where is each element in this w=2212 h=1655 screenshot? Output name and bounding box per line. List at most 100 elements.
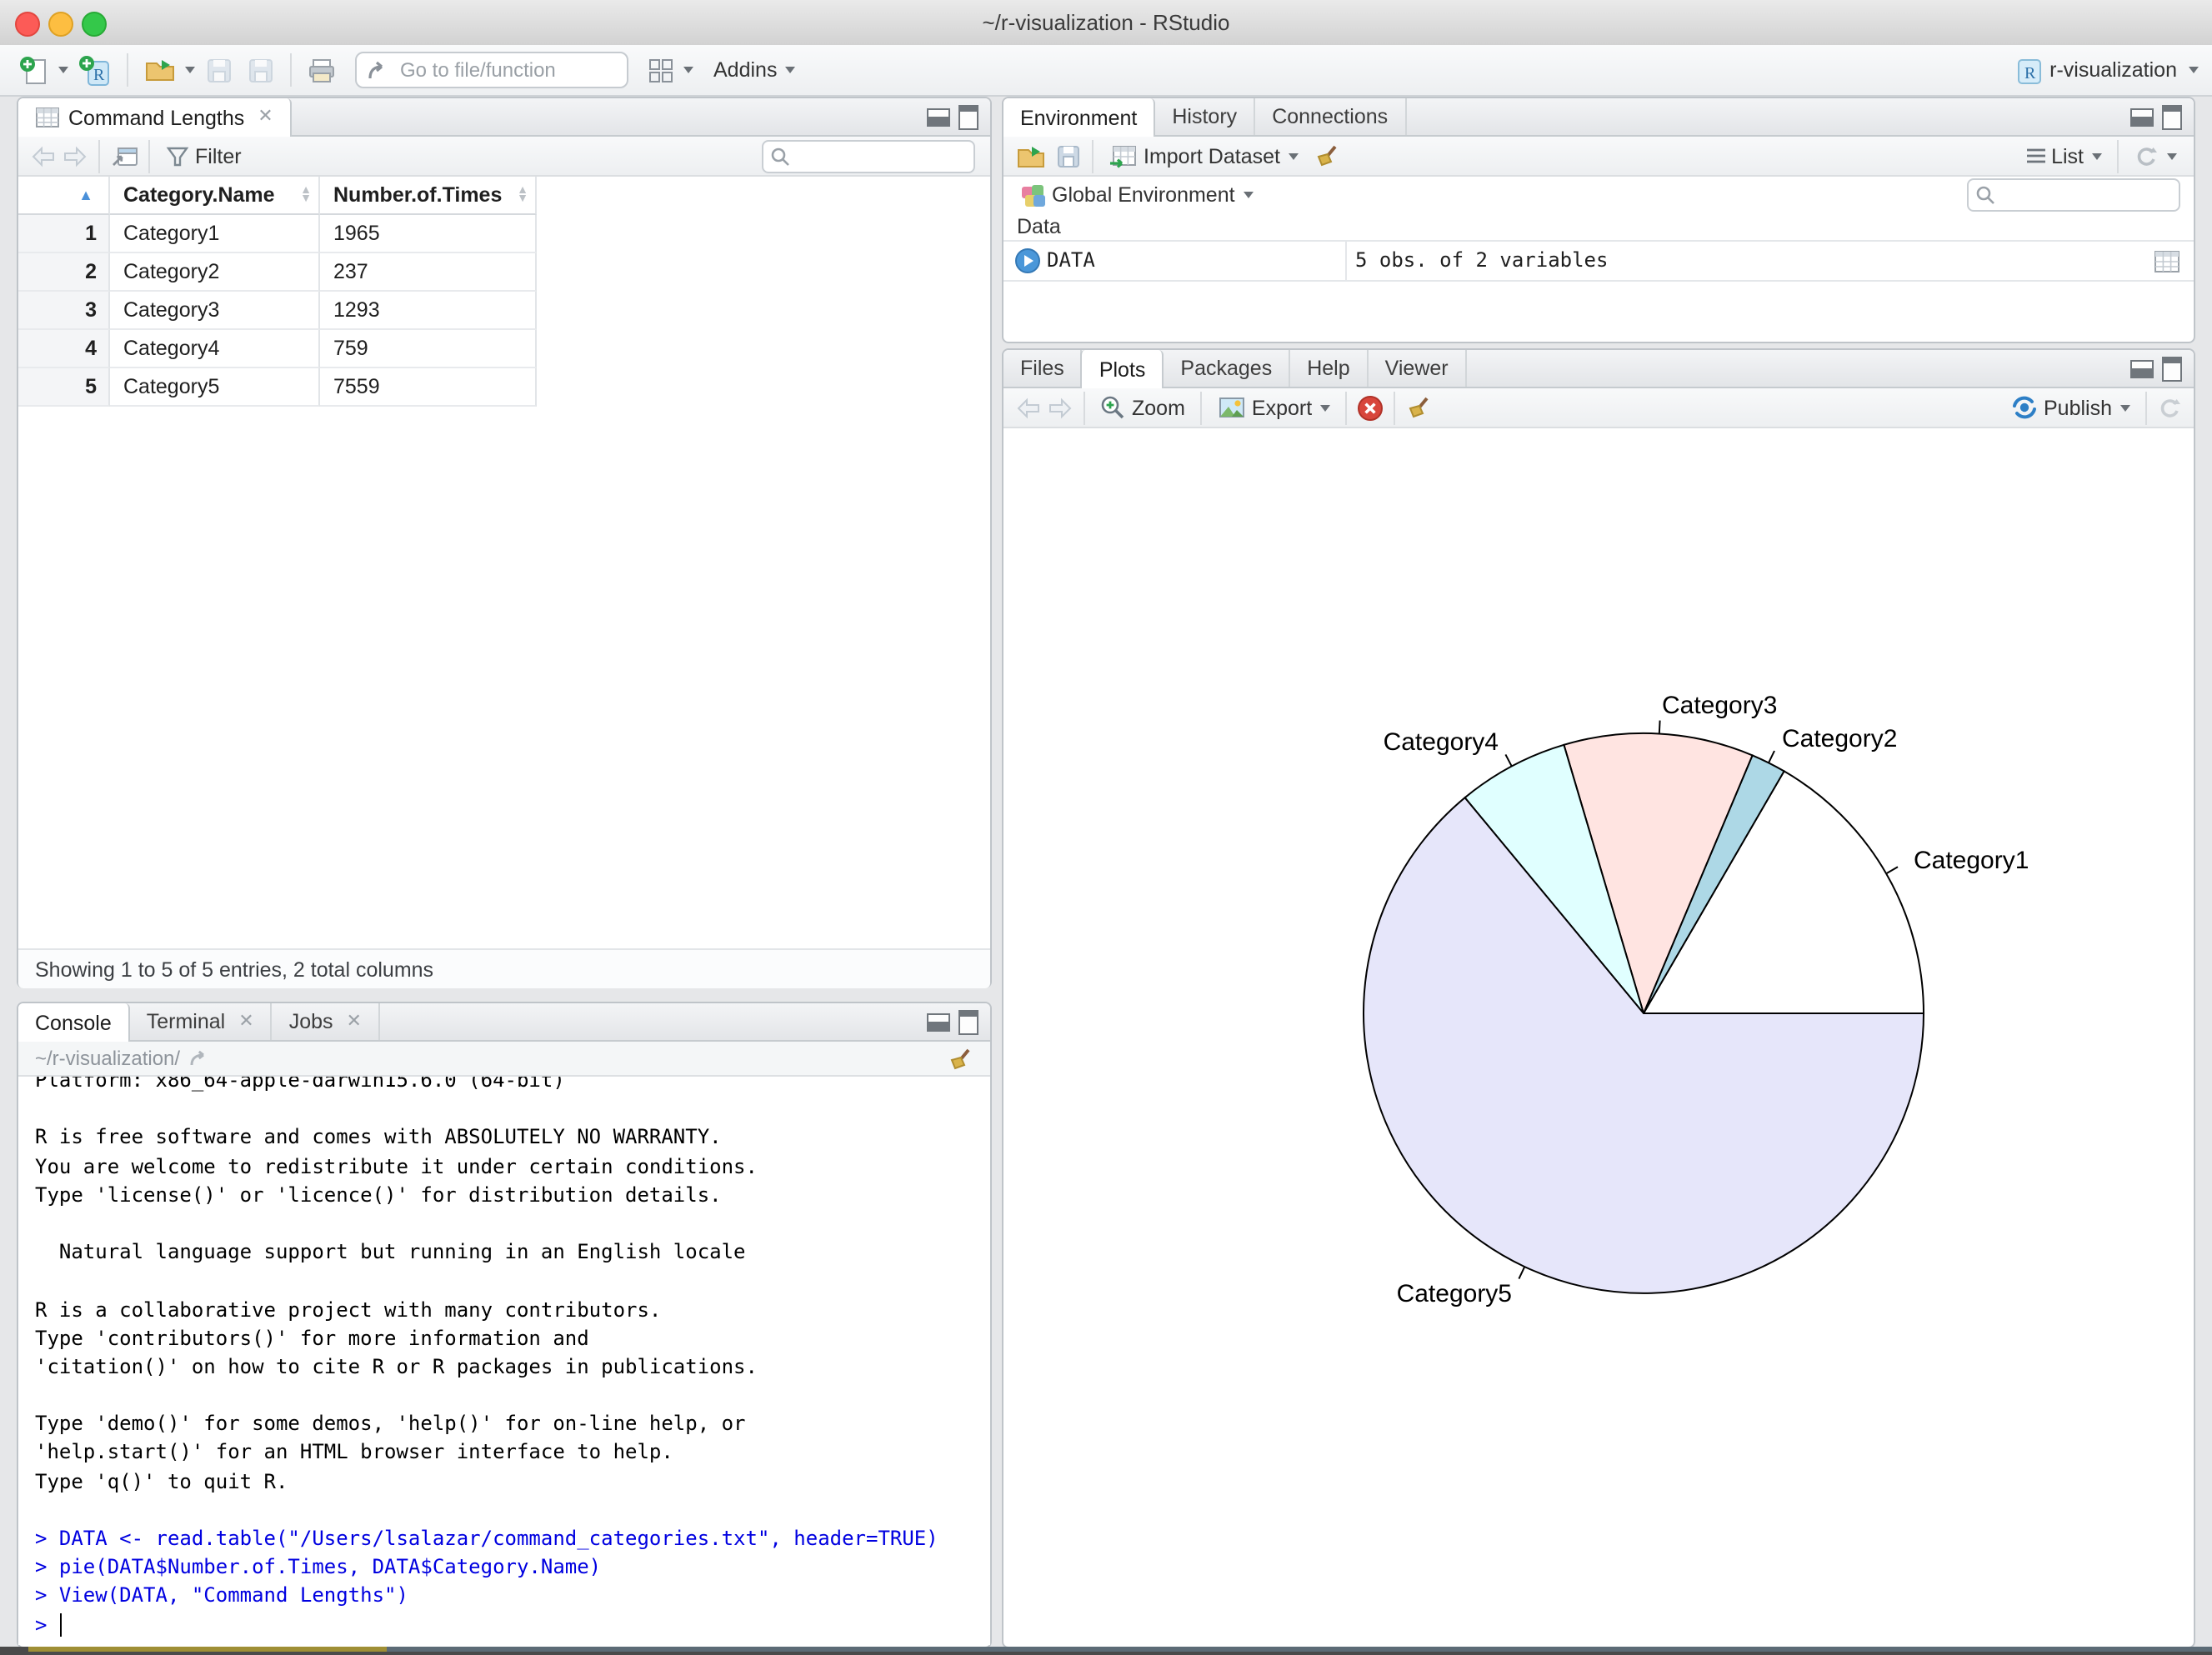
rownum-header[interactable]: ▲ (18, 177, 110, 215)
pane-window-buttons (927, 98, 978, 135)
console-output[interactable]: Platform: x86_64-apple-darwin15.6.0 (64-… (18, 1077, 990, 1645)
open-in-new-window-icon[interactable] (110, 143, 138, 168)
console-cursor (60, 1613, 62, 1637)
maximize-pane-icon[interactable] (958, 1009, 978, 1034)
desktop-edge-segment (28, 1647, 387, 1652)
minimize-pane-icon[interactable] (927, 108, 950, 126)
goto-input[interactable] (397, 57, 587, 83)
open-folder-icon (146, 60, 174, 81)
minimize-pane-icon[interactable] (2130, 359, 2154, 378)
toolbar-separator (290, 53, 292, 87)
previous-plot-icon[interactable] (1015, 396, 1042, 419)
addins-caret (785, 67, 796, 73)
minimize-pane-icon[interactable] (2130, 108, 2154, 126)
tab-label: Environment (1020, 106, 1138, 129)
environment-pane: Environment History Connections Import D… (1002, 97, 2195, 343)
tab-history[interactable]: History (1155, 98, 1256, 135)
data-viewer-pane: Command Lengths ✕ Filter ▲ Category.Name… (17, 97, 992, 988)
save-all-button[interactable] (238, 52, 280, 88)
back-icon[interactable] (30, 144, 57, 168)
console-prompt[interactable]: > (35, 1612, 990, 1641)
expand-object-icon[interactable] (1015, 248, 1040, 273)
open-file-dropdown-caret[interactable] (185, 67, 195, 73)
table-row[interactable]: 3 Category3 1293 (18, 292, 537, 330)
refresh-icon (2137, 147, 2157, 165)
desktop-edge-segment (0, 1647, 28, 1652)
data-viewer-search[interactable] (762, 139, 975, 172)
cell-number-of-times: 7559 (320, 368, 537, 407)
refresh-plot-icon[interactable] (2157, 396, 2182, 419)
clear-console-broom-icon[interactable] (947, 1046, 973, 1071)
new-project-icon: R (79, 55, 109, 85)
goto-file-function-box[interactable] (355, 52, 628, 88)
refresh-environment-button[interactable] (2129, 141, 2182, 171)
save-button[interactable] (200, 52, 238, 88)
remove-plot-icon[interactable] (1357, 394, 1384, 421)
tab-plots[interactable]: Plots (1080, 350, 1164, 388)
export-plot-button[interactable]: Export (1212, 392, 1335, 423)
publish-label: Publish (2044, 396, 2112, 419)
table-row[interactable]: 5 Category5 7559 (18, 368, 537, 407)
import-dataset-button[interactable]: Import Dataset (1103, 140, 1304, 172)
tab-console[interactable]: Console (18, 1003, 130, 1042)
label-tick (1658, 720, 1661, 734)
table-status-bar: Showing 1 to 5 of 5 entries, 2 total col… (18, 948, 990, 988)
tab-command-lengths[interactable]: Command Lengths ✕ (18, 98, 292, 137)
maximize-pane-icon[interactable] (2162, 356, 2182, 381)
tab-help[interactable]: Help (1290, 350, 1369, 387)
new-file-button[interactable] (13, 51, 73, 89)
close-tab-icon[interactable]: ✕ (258, 108, 273, 127)
publish-plot-button[interactable]: Publish (2005, 392, 2135, 423)
tab-jobs[interactable]: Jobs ✕ (273, 1003, 380, 1040)
pane-layout-button[interactable] (642, 52, 698, 88)
environment-search[interactable] (1967, 178, 2180, 212)
open-file-button[interactable] (138, 52, 200, 88)
clear-plots-broom-icon[interactable] (1405, 395, 1432, 420)
view-data-grid-icon[interactable] (2154, 250, 2180, 273)
zoom-plot-button[interactable]: Zoom (1095, 392, 1190, 423)
table-row[interactable]: 1 Category1 1965 (18, 215, 537, 253)
table-row[interactable]: 2 Category2 237 (18, 253, 537, 292)
pie-label-category1: Category1 (1914, 847, 2029, 874)
column-header-times[interactable]: Number.of.Times ▲ ▼ (320, 177, 537, 215)
next-plot-icon[interactable] (1047, 396, 1073, 419)
close-tab-icon[interactable]: ✕ (238, 1012, 253, 1031)
list-view-button[interactable]: List (2019, 141, 2107, 171)
environment-scope-button[interactable]: Global Environment (1015, 179, 1259, 211)
tab-viewer[interactable]: Viewer (1369, 350, 1467, 387)
data-viewer-search-input[interactable] (795, 144, 952, 168)
addins-button[interactable]: Addins (708, 55, 800, 85)
close-tab-icon[interactable]: ✕ (347, 1012, 362, 1031)
tab-connections[interactable]: Connections (1255, 98, 1407, 135)
maximize-pane-icon[interactable] (958, 104, 978, 129)
tab-files[interactable]: Files (1003, 350, 1083, 387)
column-header-name[interactable]: Category.Name ▲ ▼ (110, 177, 320, 215)
project-cube-icon: R (2017, 58, 2041, 83)
maximize-pane-icon[interactable] (2162, 104, 2182, 129)
search-icon (771, 147, 789, 165)
cell-category-name: Category1 (110, 215, 320, 253)
tab-packages[interactable]: Packages (1164, 350, 1291, 387)
save-icon (208, 58, 231, 82)
filter-button[interactable]: Filter (160, 141, 247, 171)
new-file-dropdown-caret[interactable] (58, 67, 68, 73)
toolbar-separator (1345, 391, 1348, 424)
table-row[interactable]: 4 Category4 759 (18, 330, 537, 368)
goto-directory-icon[interactable] (188, 1049, 212, 1068)
minimize-pane-icon[interactable] (927, 1012, 950, 1031)
pane-grid-icon (649, 58, 673, 82)
save-workspace-icon[interactable] (1055, 142, 1082, 169)
environment-search-input[interactable] (2000, 183, 2157, 207)
clear-environment-broom-icon[interactable] (1314, 143, 1340, 168)
environment-object-row[interactable]: DATA 5 obs. of 2 variables (1003, 242, 2194, 282)
tab-terminal[interactable]: Terminal ✕ (130, 1003, 273, 1040)
forward-icon[interactable] (62, 144, 88, 168)
save-all-icon (249, 58, 273, 82)
load-workspace-icon[interactable] (1015, 142, 1047, 169)
new-project-button[interactable]: R (73, 51, 117, 89)
project-menu-button[interactable]: R r-visualization (2016, 56, 2199, 84)
pane-layout-caret[interactable] (683, 67, 693, 73)
tab-environment[interactable]: Environment (1003, 98, 1156, 137)
print-button[interactable] (302, 52, 342, 88)
